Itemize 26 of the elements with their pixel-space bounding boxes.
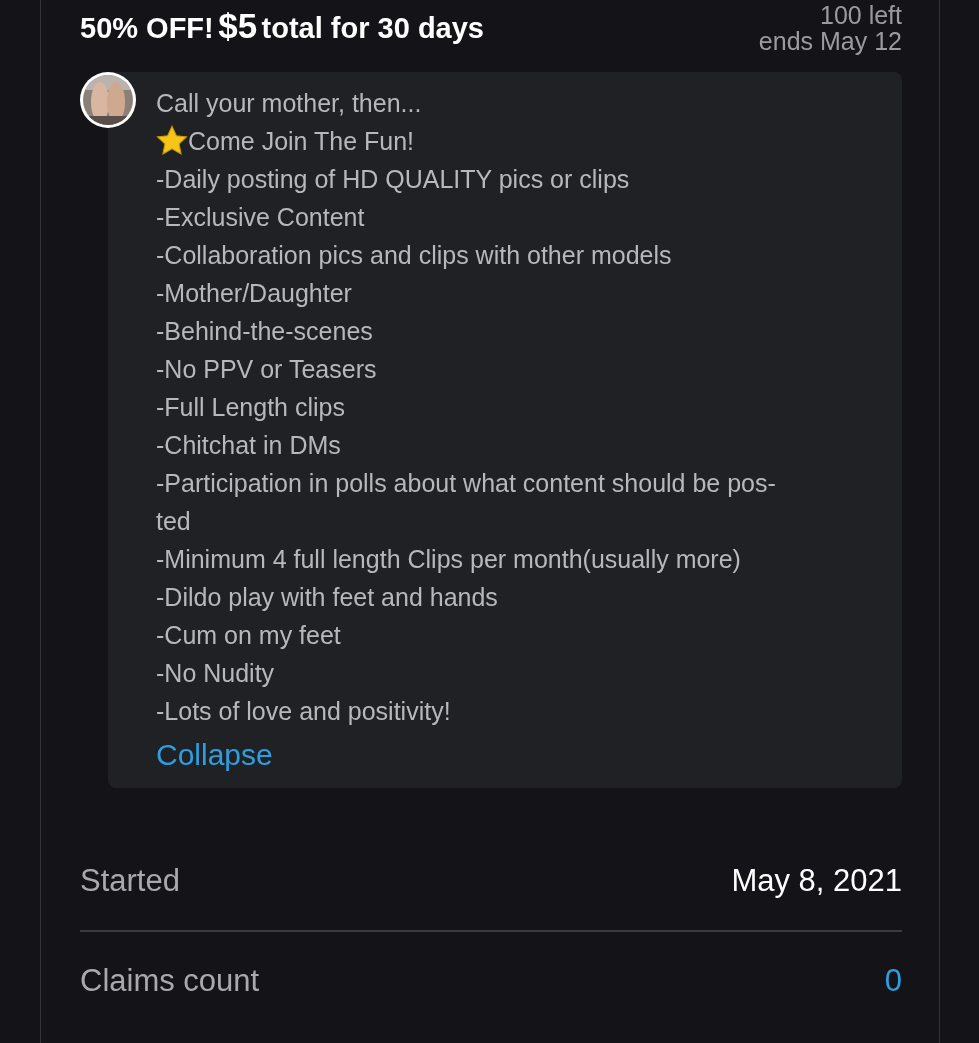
description-line: -Dildo play with feet and hands: [156, 582, 498, 613]
description-line: -Cum on my feet: [156, 620, 341, 651]
stat-label: Started: [80, 863, 180, 899]
description-line: -Mother/Daughter: [156, 278, 352, 309]
description-line: -Exclusive Content: [156, 202, 365, 233]
stat-value: May 8, 2021: [731, 863, 902, 899]
description-line: -Daily posting of HD QUALITY pics or clips: [156, 164, 630, 195]
description-line: -Lots of love and positivity!: [156, 696, 451, 727]
description-line: -No PPV or Teasers: [156, 354, 377, 385]
description-line: -Chitchat in DMs: [156, 430, 341, 461]
description-line: -No Nudity: [156, 658, 275, 689]
description-line: -Collaboration pics and clips with other models: [156, 240, 672, 271]
stat-label: Claims count: [80, 963, 260, 999]
description-line: Call your mother, then...: [156, 88, 422, 119]
stat-link[interactable]: 0: [884, 963, 902, 999]
description-line: Come Join The Fun!: [188, 126, 415, 157]
promo-title: 50% OFF!$5 total for 30 days: [80, 6, 484, 46]
collapse-link[interactable]: Collapse: [156, 738, 882, 772]
description-line: -Minimum 4 full length Clips per month(usually more): [156, 544, 741, 575]
description-line: -Behind-the-scenes: [156, 316, 373, 347]
description-line: -Participation in polls about what content should be pos-: [156, 468, 776, 499]
description-line: -Full Length clips: [156, 392, 345, 423]
description-line: ted: [156, 506, 191, 537]
remaining-count: 100 left: [820, 2, 902, 28]
end-date: ends May 12: [758, 28, 902, 54]
star-icon: [156, 125, 188, 157]
